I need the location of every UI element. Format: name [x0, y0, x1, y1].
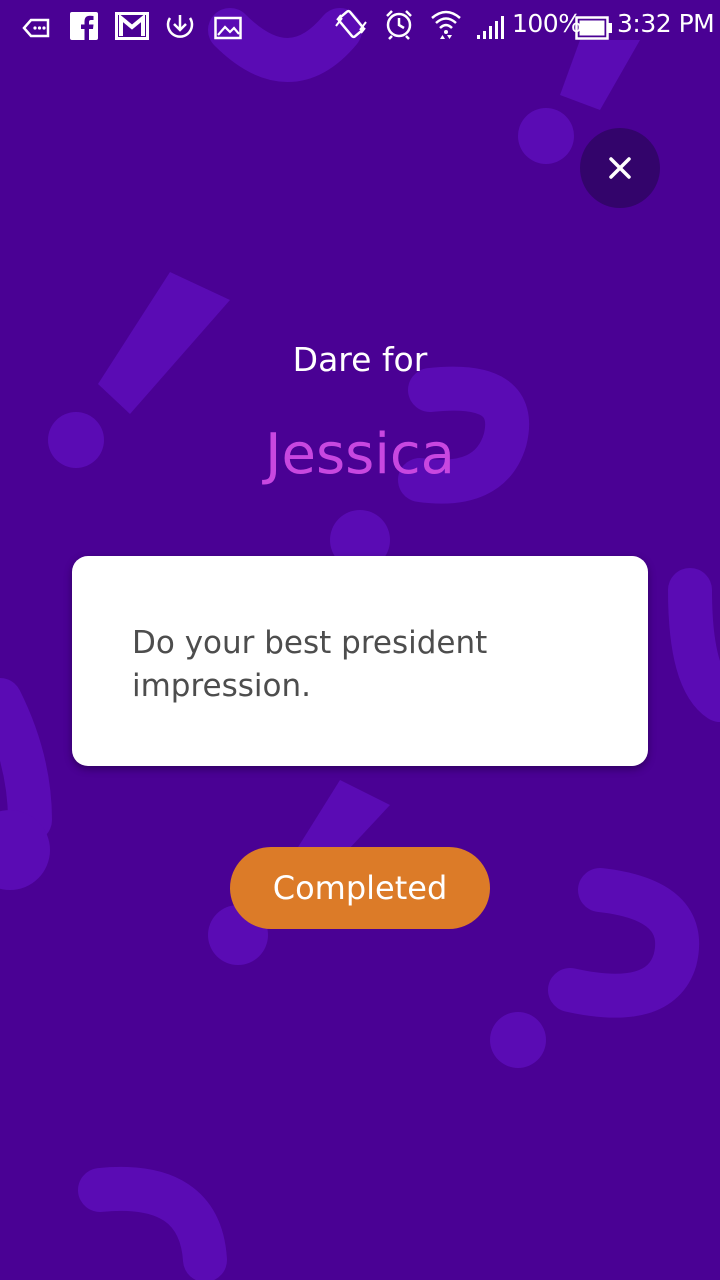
alarm-icon — [386, 10, 412, 40]
battery-percent: 100% — [512, 9, 582, 38]
dare-screen: 100% 3:32 PM Dare for Jessica Do your be… — [0, 0, 720, 1280]
player-name: Jessica — [265, 422, 455, 487]
vibrate-icon — [335, 9, 367, 39]
message-icon — [22, 18, 50, 38]
status-time: 3:32 PM — [617, 9, 715, 38]
dare-label: Dare for — [292, 340, 428, 379]
close-icon — [609, 157, 631, 179]
gmail-icon — [115, 12, 149, 40]
close-button[interactable] — [580, 128, 660, 208]
battery-icon — [575, 16, 612, 40]
status-bar: 100% 3:32 PM — [0, 0, 720, 48]
completed-button[interactable]: Completed — [230, 847, 490, 929]
facebook-icon — [70, 12, 98, 41]
wifi-icon — [431, 10, 461, 39]
image-icon — [214, 16, 242, 40]
dare-text: Do your best president impression. — [132, 625, 488, 704]
download-icon — [166, 15, 194, 38]
dare-card: Do your best president impression. — [72, 556, 648, 766]
signal-icon — [477, 16, 504, 39]
